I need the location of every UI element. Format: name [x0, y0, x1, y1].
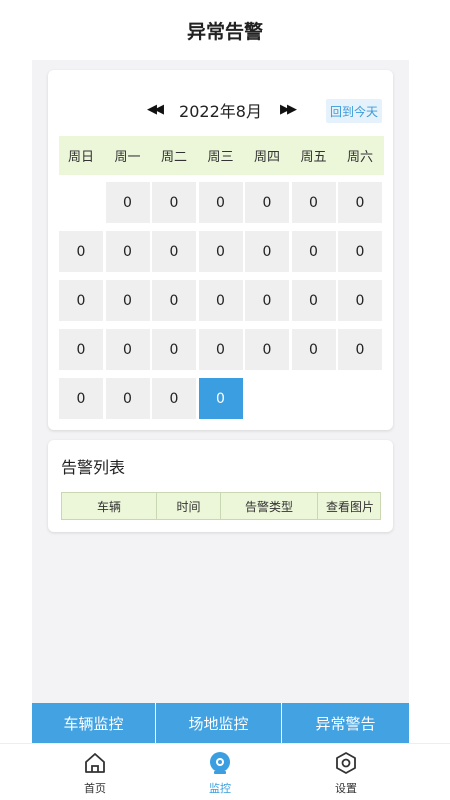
column-header-time: 时间	[157, 493, 221, 519]
nav-label-settings: 设置	[335, 782, 357, 795]
next-month-icon[interactable]: ▶▶	[276, 98, 298, 120]
bottom-navigation: 首页 监控 设置	[0, 743, 450, 800]
calendar-day-cell[interactable]: 0	[291, 182, 336, 223]
main-content: ◀◀ 2022年8月 ▶▶ 回到今天 周日 周一 周二 周三 周四 周五 周六 …	[32, 60, 409, 703]
alarm-table-header: 车辆 时间 告警类型 查看图片	[61, 492, 381, 520]
calendar-day-cell[interactable]: 0	[152, 329, 196, 370]
calendar-day-cell[interactable]: 0	[198, 329, 243, 370]
calendar-day-cell[interactable]: 0	[198, 378, 243, 419]
calendar-days: 0000000000000000000000000000000	[59, 182, 384, 419]
calendar-day-cell[interactable]: 0	[59, 280, 103, 321]
tab-abnormal-warning[interactable]: 异常警告	[282, 703, 409, 743]
column-header-vehicle: 车辆	[62, 493, 157, 519]
back-to-today-button[interactable]: 回到今天	[326, 99, 382, 123]
nav-item-settings[interactable]: 设置	[311, 750, 381, 798]
weekday-label: 周四	[253, 150, 280, 165]
calendar-day-cell[interactable]: 0	[291, 280, 336, 321]
app-header: 异常告警	[0, 0, 450, 60]
weekday-label: 周一	[114, 150, 141, 165]
weekday-label: 周二	[160, 150, 187, 165]
calendar-day-cell[interactable]: 0	[105, 231, 150, 272]
calendar-day-cell[interactable]: 0	[105, 378, 150, 419]
calendar-day-cell[interactable]: 0	[245, 329, 289, 370]
nav-item-home[interactable]: 首页	[60, 750, 130, 798]
calendar-day-cell[interactable]: 0	[198, 231, 243, 272]
calendar-day-cell[interactable]: 0	[198, 182, 243, 223]
calendar-empty-cell	[59, 182, 103, 223]
home-icon	[82, 750, 108, 776]
calendar-day-cell[interactable]: 0	[152, 280, 196, 321]
prev-month-icon[interactable]: ◀◀	[143, 98, 165, 120]
weekday-label: 周五	[300, 150, 327, 165]
weekday-label: 周六	[346, 150, 373, 165]
calendar-day-cell[interactable]: 0	[338, 231, 382, 272]
calendar-day-cell[interactable]: 0	[245, 182, 289, 223]
monitor-tabs: 车辆监控 场地监控 异常警告	[32, 703, 409, 743]
calendar-day-cell[interactable]: 0	[105, 280, 150, 321]
column-header-view-image: 查看图片	[325, 499, 374, 514]
calendar-day-cell[interactable]: 0	[105, 182, 150, 223]
weekday-label: 周三	[207, 150, 234, 165]
weekday-header-row: 周日 周一 周二 周三 周四 周五 周六	[59, 136, 384, 175]
calendar-day-cell[interactable]: 0	[152, 182, 196, 223]
alarm-list-card: 告警列表 车辆 时间 告警类型 查看图片	[48, 440, 393, 532]
nav-label-monitor: 监控	[209, 782, 231, 795]
calendar-day-cell[interactable]: 0	[338, 280, 382, 321]
tab-site-monitor[interactable]: 场地监控	[156, 703, 282, 743]
nav-label-home: 首页	[84, 782, 106, 795]
calendar-day-cell[interactable]: 0	[198, 280, 243, 321]
calendar-day-cell[interactable]: 0	[245, 231, 289, 272]
calendar-day-cell[interactable]: 0	[338, 182, 382, 223]
calendar-day-cell[interactable]: 0	[245, 280, 289, 321]
calendar-header: ◀◀ 2022年8月 ▶▶ 回到今天	[48, 92, 393, 128]
page-title: 异常告警	[186, 20, 263, 43]
hexagon-gear-icon	[333, 750, 359, 776]
calendar-card: ◀◀ 2022年8月 ▶▶ 回到今天 周日 周一 周二 周三 周四 周五 周六 …	[48, 70, 393, 430]
camera-icon	[207, 750, 233, 776]
alarm-list-title: 告警列表	[61, 458, 126, 477]
weekday-label: 周日	[67, 150, 94, 165]
calendar-day-cell[interactable]: 0	[338, 329, 382, 370]
calendar-day-cell[interactable]: 0	[152, 231, 196, 272]
column-header-alarm-type: 告警类型	[221, 493, 318, 519]
calendar-day-cell[interactable]: 0	[105, 329, 150, 370]
tab-vehicle-monitor[interactable]: 车辆监控	[32, 703, 156, 743]
calendar-day-cell[interactable]: 0	[152, 378, 196, 419]
calendar-grid: 周日 周一 周二 周三 周四 周五 周六 0000000000000000000…	[59, 136, 384, 419]
calendar-day-cell[interactable]: 0	[291, 329, 336, 370]
calendar-day-cell[interactable]: 0	[291, 231, 336, 272]
month-label: 2022年8月	[179, 102, 262, 121]
calendar-day-cell[interactable]: 0	[59, 329, 103, 370]
nav-item-monitor[interactable]: 监控	[185, 750, 255, 798]
calendar-day-cell[interactable]: 0	[59, 378, 103, 419]
calendar-day-cell[interactable]: 0	[59, 231, 103, 272]
